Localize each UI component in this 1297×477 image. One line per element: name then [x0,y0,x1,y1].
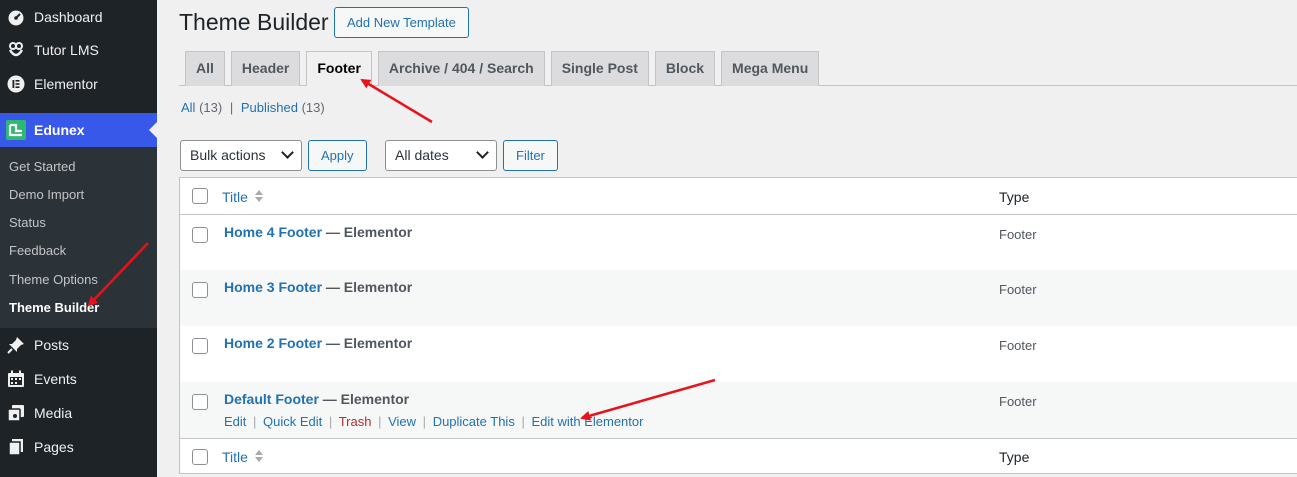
table-row: Home 4 Footer — Elementor Footer [180,215,1297,270]
admin-sidebar: Dashboard Tutor LMS Elementor Edunex Get… [0,0,157,477]
dates-select[interactable]: All dates [385,140,497,171]
select-all-checkbox-footer[interactable] [192,449,208,465]
row-type: Footer [999,227,1037,242]
filter-all-count: (13) [199,100,223,115]
menu-dashboard[interactable]: Dashboard [0,0,157,34]
table-header-row: Title Type [180,178,1297,215]
dashboard-icon [6,7,26,27]
tab-mega-menu[interactable]: Mega Menu [721,51,820,86]
tab-footer[interactable]: Footer [306,51,372,86]
sort-title-link-footer[interactable]: Title [222,449,248,465]
edunex-icon [6,120,26,140]
menu-elementor[interactable]: Elementor [0,67,157,101]
row-checkbox[interactable] [192,338,208,354]
elementor-icon [6,74,26,94]
main-content: Theme Builder Add New Template All Heade… [157,0,1297,477]
add-new-template-button[interactable]: Add New Template [334,7,469,38]
pages-icon [6,437,26,457]
row-title-link[interactable]: Home 2 Footer [224,335,322,351]
table-footer-row: Title Type [180,438,1297,475]
apply-button[interactable]: Apply [308,140,367,171]
table-row: Default Footer — Elementor Footer Edit |… [180,382,1297,438]
select-all-checkbox[interactable] [192,188,208,204]
row-title-link[interactable]: Home 3 Footer [224,279,322,295]
tab-header[interactable]: Header [230,51,301,86]
filter-button[interactable]: Filter [503,140,558,171]
menu-posts[interactable]: Posts [0,328,157,362]
media-icon [6,403,26,423]
menu-pages[interactable]: Pages [0,430,157,464]
submenu-theme-builder[interactable]: Theme Builder [9,299,99,317]
row-actions: Edit | Quick Edit | Trash | View | Dupli… [224,414,644,429]
type-column-header: Type [999,189,1030,205]
tutor-icon [6,40,26,60]
calendar-icon [6,369,26,389]
pin-icon [6,335,26,355]
submenu-get-started[interactable]: Get Started [9,158,75,176]
row-checkbox[interactable] [192,227,208,243]
row-checkbox[interactable] [192,282,208,298]
trash-link[interactable]: Trash [339,414,372,429]
row-type: Footer [999,338,1037,353]
edit-with-elementor-link[interactable]: Edit with Elementor [531,414,643,429]
template-type-tabs: All Header Footer Archive / 404 / Search… [185,51,825,86]
tab-archive-404-search[interactable]: Archive / 404 / Search [377,51,545,86]
table-row: Home 2 Footer — Elementor Footer [180,326,1297,382]
row-type: Footer [999,282,1037,297]
sort-title-link[interactable]: Title [222,189,248,205]
table-row: Home 3 Footer — Elementor Footer [180,270,1297,326]
sort-icon [254,449,264,463]
menu-edunex[interactable]: Edunex [0,113,157,147]
status-filters: All (13) | Published (13) [181,100,325,115]
tab-single-post[interactable]: Single Post [550,51,649,86]
submenu-demo-import[interactable]: Demo Import [9,186,84,204]
page-title: Theme Builder [179,9,329,35]
submenu-theme-options[interactable]: Theme Options [9,271,98,289]
view-link[interactable]: View [388,414,416,429]
filter-published-link[interactable]: Published [241,100,298,115]
menu-media[interactable]: Media [0,396,157,430]
row-checkbox[interactable] [192,394,208,410]
tab-block[interactable]: Block [654,51,716,86]
submenu-status[interactable]: Status [9,214,46,232]
filter-published-count: (13) [301,100,325,115]
submenu-feedback[interactable]: Feedback [9,242,66,260]
row-title-link[interactable]: Default Footer [224,391,319,407]
row-type: Footer [999,394,1037,409]
edit-link[interactable]: Edit [224,414,246,429]
chevron-down-icon [476,146,489,159]
duplicate-link[interactable]: Duplicate This [433,414,515,429]
menu-tutor-lms[interactable]: Tutor LMS [0,33,157,67]
type-column-footer: Type [999,449,1030,465]
filter-all-link[interactable]: All [181,100,195,115]
quick-edit-link[interactable]: Quick Edit [263,414,322,429]
menu-events[interactable]: Events [0,362,157,396]
bulk-actions-select[interactable]: Bulk actions [180,140,302,171]
templates-table: Title Type Home 4 Footer — Elementor Foo… [179,177,1297,474]
sort-icon [254,189,264,203]
edunex-submenu: Get Started Demo Import Status Feedback … [0,147,157,328]
row-title-link[interactable]: Home 4 Footer [224,224,322,240]
tab-all[interactable]: All [185,51,225,86]
chevron-down-icon [281,146,294,159]
